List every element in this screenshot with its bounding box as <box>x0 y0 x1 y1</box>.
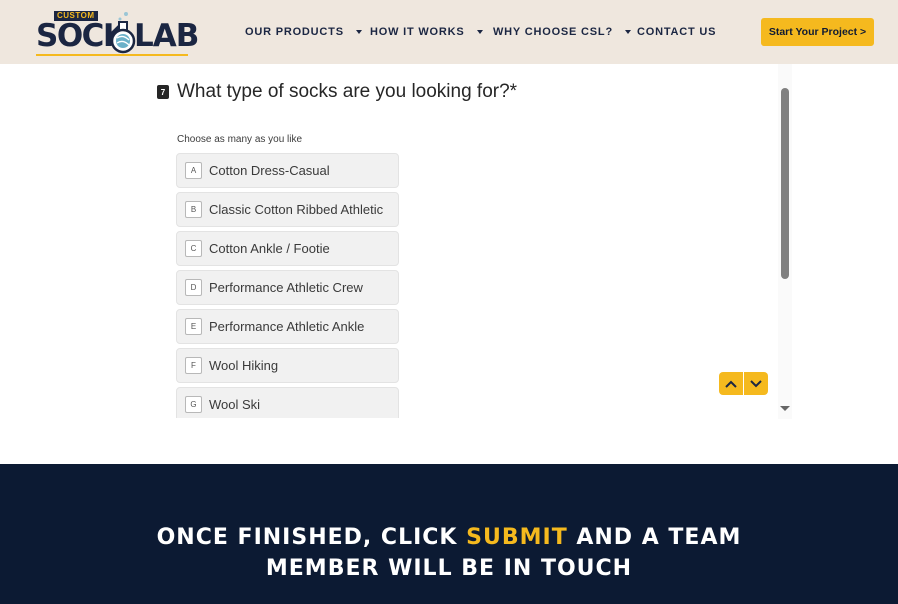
logo-lab-text: LAB <box>134 18 199 54</box>
choice-label: Cotton Dress-Casual <box>209 163 330 178</box>
submit-instructions-banner: ONCE FINISHED, CLICK SUBMIT AND A TEAM M… <box>0 464 898 604</box>
nav-how-it-works[interactable]: HOW IT WORKS <box>370 26 483 38</box>
nav-how-it-works-label: HOW IT WORKS <box>370 26 465 38</box>
custom-sock-lab-logo[interactable]: CUSTOM SOCK LAB <box>36 10 199 56</box>
chevron-down-icon <box>624 30 631 34</box>
banner-message: ONCE FINISHED, CLICK SUBMIT AND A TEAM M… <box>0 522 898 584</box>
next-question-button[interactable] <box>744 372 768 395</box>
flask-yarn-icon <box>110 12 136 54</box>
choice-option-g[interactable]: G Wool Ski <box>176 387 399 422</box>
logo-underline <box>36 54 188 56</box>
choice-key: E <box>185 318 202 335</box>
form-viewport-cutoff <box>150 418 790 464</box>
banner-text-end: AND A TEAM <box>567 525 742 550</box>
nav-our-products[interactable]: OUR PRODUCTS <box>245 26 362 38</box>
choice-option-c[interactable]: C Cotton Ankle / Footie <box>176 231 399 266</box>
start-your-project-button[interactable]: Start Your Project > <box>761 18 874 46</box>
choice-label: Performance Athletic Ankle <box>209 319 365 334</box>
choice-key: D <box>185 279 202 296</box>
chevron-down-icon <box>355 30 362 34</box>
nav-contact-us-label: CONTACT US <box>637 26 717 38</box>
scrollbar-thumb[interactable] <box>781 88 789 279</box>
banner-text-line2: MEMBER WILL BE IN TOUCH <box>265 556 633 581</box>
choice-label: Performance Athletic Crew <box>209 280 363 295</box>
choice-option-d[interactable]: D Performance Athletic Crew <box>176 270 399 305</box>
question-hint: Choose as many as you like <box>177 134 303 145</box>
nav-why-choose-csl-label: WHY CHOOSE CSL? <box>493 26 613 38</box>
choice-label: Wool Ski <box>209 397 261 412</box>
banner-text-start: ONCE FINISHED, CLICK <box>156 525 467 550</box>
banner-submit-highlight: SUBMIT <box>466 525 568 550</box>
survey-form: 7 What type of socks are you looking for… <box>0 64 898 464</box>
chevron-up-icon <box>725 380 737 388</box>
choice-label: Cotton Ankle / Footie <box>209 241 330 256</box>
choice-label: Wool Hiking <box>209 358 279 373</box>
choice-option-b[interactable]: B Classic Cotton Ribbed Athletic <box>176 192 399 227</box>
chevron-down-icon <box>750 379 762 387</box>
site-header: CUSTOM SOCK LAB OUR PRODUCTS HOW IT WORK… <box>0 0 898 64</box>
scroll-down-arrow-icon[interactable] <box>780 406 790 411</box>
choice-option-f[interactable]: F Wool Hiking <box>176 348 399 383</box>
choice-label: Classic Cotton Ribbed Athletic <box>209 202 384 217</box>
nav-why-choose-csl[interactable]: WHY CHOOSE CSL? <box>493 26 631 38</box>
question-number-badge: 7 <box>157 85 169 99</box>
choice-key: C <box>185 240 202 257</box>
choice-option-e[interactable]: E Performance Athletic Ankle <box>176 309 399 344</box>
nav-contact-us[interactable]: CONTACT US <box>637 26 716 38</box>
choice-key: F <box>185 357 202 374</box>
choice-key: B <box>185 201 202 218</box>
chevron-down-icon <box>476 30 483 34</box>
nav-our-products-label: OUR PRODUCTS <box>245 26 344 38</box>
choice-key: A <box>185 162 202 179</box>
choice-option-a[interactable]: A Cotton Dress-Casual <box>176 153 399 188</box>
question-title: What type of socks are you looking for?* <box>177 81 518 102</box>
previous-question-button[interactable] <box>719 372 743 395</box>
choice-key: G <box>185 396 202 413</box>
